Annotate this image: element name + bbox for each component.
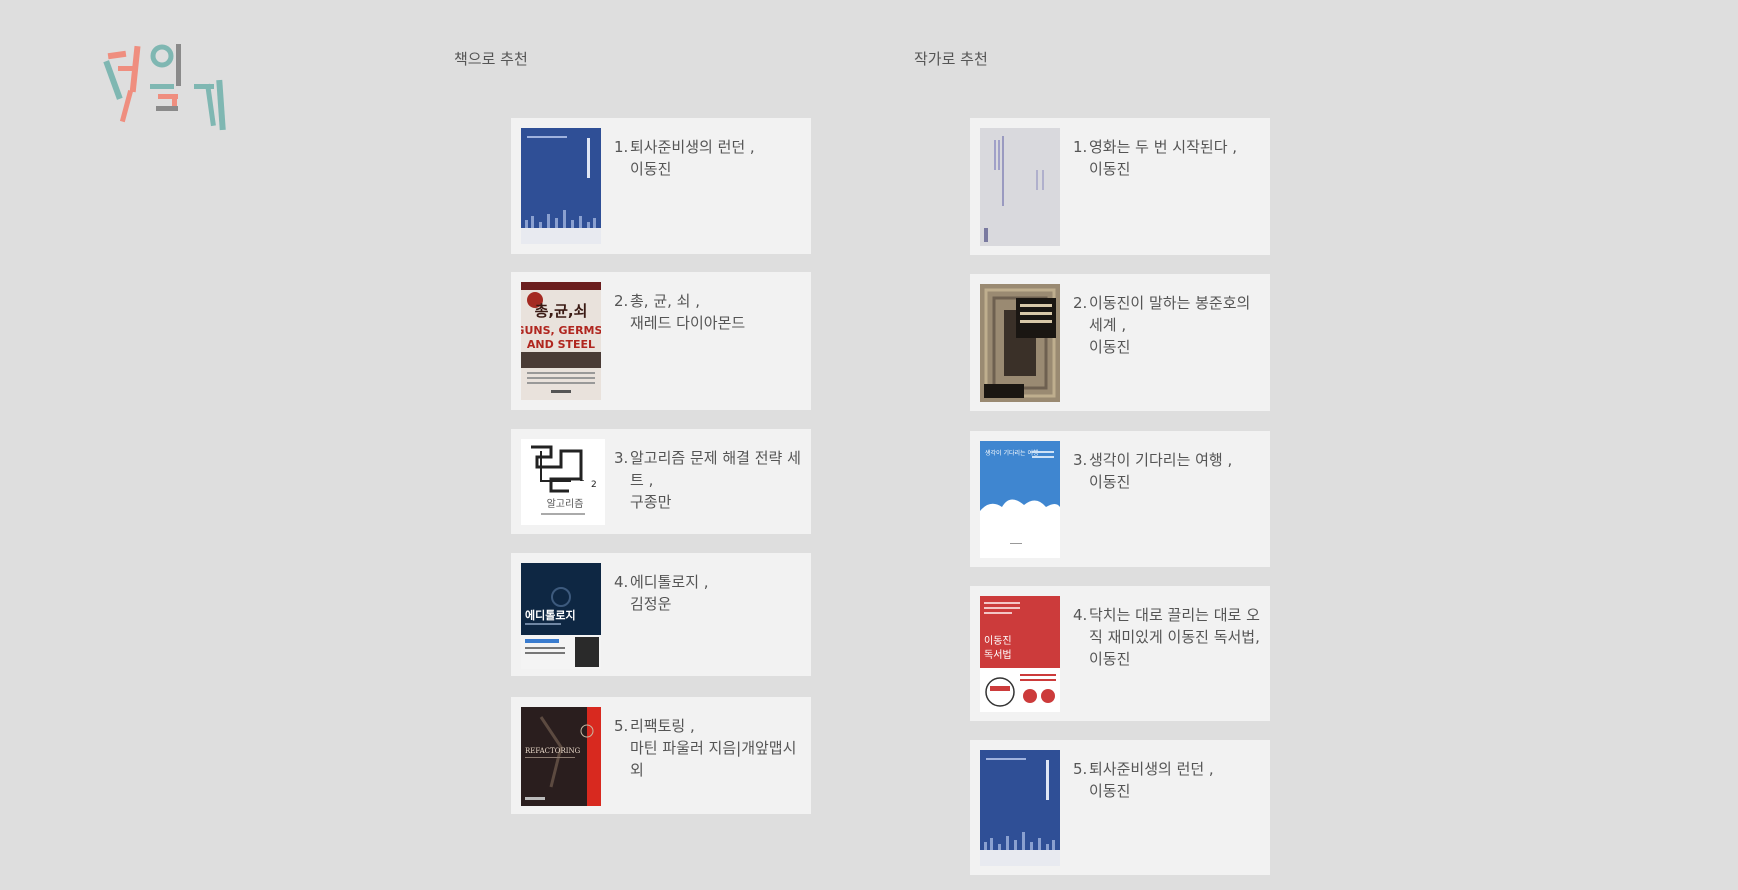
- book-author: 이동진: [1089, 782, 1131, 800]
- book-author: 이동진: [1089, 473, 1131, 491]
- cover-title: 알고리즘: [547, 498, 584, 510]
- rank-number: 5.: [1073, 760, 1088, 778]
- book-cover: 이동진 독서법: [980, 596, 1060, 712]
- book-title: 생각이 기다리는 여행 ,: [1089, 451, 1233, 469]
- section-title-books: 책으로 추천: [454, 50, 528, 68]
- book-rec-card[interactable]: 1 2 알고리즘 3. 알고리즘 문제 해결 전략 세트 , 구종만: [511, 429, 811, 534]
- author-rec-card[interactable]: 2. 이동진이 말하는 봉준호의 세계 , 이동진: [970, 274, 1270, 411]
- svg-text:2: 2: [591, 480, 597, 490]
- book-info: 4. 에디톨로지 , 김정운: [614, 571, 804, 615]
- cover-film-plain: [980, 128, 1060, 246]
- book-title: 퇴사준비생의 런던 ,: [630, 138, 755, 156]
- author-rec-card[interactable]: 1. 영화는 두 번 시작된다 , 이동진: [970, 118, 1270, 255]
- book-author: 마틴 파울러 지음|개앞맵시 외: [630, 739, 797, 779]
- cover-title-1: 이동진: [984, 635, 1012, 647]
- book-info: 4. 닥치는 대로 끌리는 대로 오직 재미있게 이동진 독서법, 이동진: [1073, 604, 1263, 670]
- book-cover: [980, 284, 1060, 402]
- rank-number: 5.: [614, 717, 629, 735]
- rank-number: 1.: [1073, 138, 1088, 156]
- book-author: 이동진: [1089, 160, 1131, 178]
- book-info: 3. 생각이 기다리는 여행 , 이동진: [1073, 449, 1263, 493]
- cover-reading-red: 이동진 독서법: [980, 596, 1060, 712]
- book-info: 2. 이동진이 말하는 봉준호의 세계 , 이동진: [1073, 292, 1263, 358]
- book-title: 알고리즘 문제 해결 전략 세트 ,: [630, 449, 801, 489]
- book-cover: 에디톨로지: [521, 563, 601, 669]
- cover-title-en2: AND STEEL: [527, 338, 595, 351]
- rank-number: 2.: [614, 292, 629, 310]
- book-cover: 총,균,쇠 GUNS, GERMS, AND STEEL: [521, 282, 601, 400]
- cover-title-2: 독서법: [984, 649, 1012, 661]
- section-title-authors: 작가로 추천: [914, 50, 988, 68]
- author-rec-card[interactable]: 이동진 독서법 4. 닥치는 대로 끌리는 대로 오직 재미있게 이동진 독서법…: [970, 586, 1270, 721]
- book-author: 재레드 다이아몬드: [630, 314, 746, 332]
- book-cover: 1 2 알고리즘: [521, 439, 605, 525]
- book-cover: [980, 128, 1060, 246]
- book-info: 3. 알고리즘 문제 해결 전략 세트 , 구종만: [614, 447, 804, 513]
- rank-number: 3.: [1073, 451, 1088, 469]
- book-author: 김정운: [630, 595, 672, 613]
- cover-title-en1: GUNS, GERMS,: [521, 324, 601, 337]
- cover-bong-world: [980, 284, 1060, 402]
- book-cover: [521, 128, 601, 244]
- cover-blue-city: [521, 128, 601, 244]
- cover-travel-sky: 생각이 기다리는 여행: [980, 441, 1060, 558]
- cover-title: 생각이 기다리는 여행: [985, 449, 1039, 457]
- cover-algorithm-doodle: 1 2 알고리즘: [521, 439, 605, 525]
- book-title: 에디톨로지 ,: [630, 573, 709, 591]
- brand-logo[interactable]: [100, 40, 240, 135]
- book-title: 총, 균, 쇠 ,: [630, 292, 701, 310]
- book-info: 1. 영화는 두 번 시작된다 , 이동진: [1073, 136, 1263, 180]
- rank-number: 2.: [1073, 294, 1088, 312]
- author-rec-card[interactable]: 5. 퇴사준비생의 런던 , 이동진: [970, 740, 1270, 875]
- book-author: 구종만: [630, 493, 672, 511]
- book-cover: REFACTORING: [521, 707, 601, 806]
- book-cover: 생각이 기다리는 여행: [980, 441, 1060, 558]
- book-title: 닥치는 대로 끌리는 대로 오직 재미있게 이동진 독서법,: [1089, 606, 1260, 646]
- book-rec-card[interactable]: 에디톨로지 4. 에디톨로지 , 김정운: [511, 553, 811, 676]
- rank-number: 3.: [614, 449, 629, 467]
- book-info: 5. 퇴사준비생의 런던 , 이동진: [1073, 758, 1263, 802]
- book-title: 이동진이 말하는 봉준호의 세계 ,: [1089, 294, 1251, 334]
- book-author: 이동진: [630, 160, 672, 178]
- cover-blue-city: [980, 750, 1060, 866]
- book-cover: [980, 750, 1060, 866]
- book-info: 1. 퇴사준비생의 런던 , 이동진: [614, 136, 804, 180]
- book-author: 이동진: [1089, 338, 1131, 356]
- rank-number: 4.: [1073, 606, 1088, 624]
- svg-text:1: 1: [579, 474, 585, 484]
- cover-guns-germs-steel: 총,균,쇠 GUNS, GERMS, AND STEEL: [521, 282, 601, 400]
- rank-number: 4.: [614, 573, 629, 591]
- book-title: 영화는 두 번 시작된다 ,: [1089, 138, 1238, 156]
- book-rec-card[interactable]: REFACTORING 5. 리팩토링 , 마틴 파울러 지음|개앞맵시 외: [511, 697, 811, 814]
- book-info: 5. 리팩토링 , 마틴 파울러 지음|개앞맵시 외: [614, 715, 804, 781]
- logo-graphic: [103, 44, 226, 131]
- cover-title: REFACTORING: [525, 747, 581, 755]
- book-title: 퇴사준비생의 런던 ,: [1089, 760, 1214, 778]
- cover-title: 에디톨로지: [525, 608, 576, 622]
- book-info: 2. 총, 균, 쇠 , 재레드 다이아몬드: [614, 290, 804, 334]
- cover-refactoring: REFACTORING: [521, 707, 601, 806]
- book-rec-card[interactable]: 총,균,쇠 GUNS, GERMS, AND STEEL 2. 총, 균, 쇠 …: [511, 272, 811, 410]
- rank-number: 1.: [614, 138, 629, 156]
- book-rec-card[interactable]: 1. 퇴사준비생의 런던 , 이동진: [511, 118, 811, 254]
- author-rec-card[interactable]: 생각이 기다리는 여행 3. 생각이 기다리는 여행 , 이동진: [970, 431, 1270, 567]
- book-title: 리팩토링 ,: [630, 717, 695, 735]
- cover-title-ko: 총,균,쇠: [535, 302, 588, 320]
- cover-editology: 에디톨로지: [521, 563, 601, 669]
- book-author: 이동진: [1089, 650, 1131, 668]
